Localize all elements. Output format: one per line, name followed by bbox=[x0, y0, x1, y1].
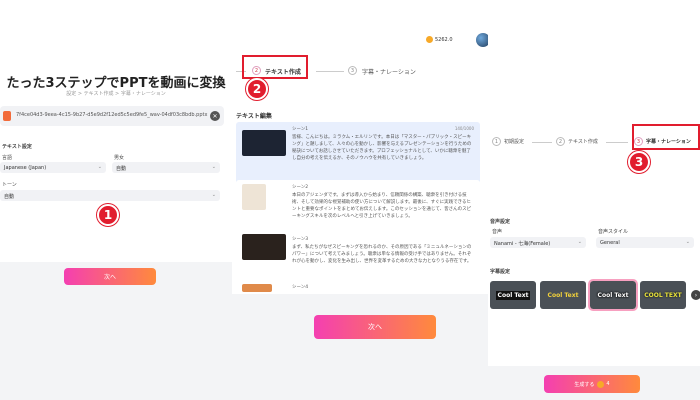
step-3-label: 字幕・ナレーション bbox=[362, 69, 416, 76]
voice-gender-label: 男女 bbox=[114, 155, 125, 161]
chevron-down-icon: ⌄ bbox=[685, 239, 690, 245]
remove-file-button[interactable]: ✕ bbox=[210, 111, 220, 121]
annotation-2: 2 bbox=[246, 78, 268, 100]
generate-button[interactable]: 生成する 4 bbox=[544, 375, 640, 393]
language-label: 言語 bbox=[2, 155, 13, 161]
subtitle-settings-label: 字幕設定 bbox=[490, 269, 511, 275]
highlight-box-step-2 bbox=[242, 55, 308, 79]
scene-text[interactable]: 皆様、こんにちは。ミラクム・エルリンです。本日は「マスター・パブリック・スピーキ… bbox=[292, 134, 474, 178]
step-connector bbox=[606, 142, 628, 143]
step-2-label: テキスト作成 bbox=[568, 139, 598, 145]
coin-icon bbox=[426, 36, 433, 43]
scene-title: シーン4 bbox=[292, 285, 309, 290]
chevron-down-icon: ⌄ bbox=[97, 164, 102, 170]
step-2-num: 2 bbox=[556, 137, 565, 146]
step-connector bbox=[316, 71, 344, 72]
scene-title: シーン1 bbox=[292, 127, 309, 132]
scene-char-count: 140/1000 bbox=[454, 126, 474, 131]
highlight-box-step-3 bbox=[632, 124, 700, 150]
slide-thumbnail bbox=[242, 130, 286, 156]
chip-label: Cool Text bbox=[597, 291, 629, 299]
scene-card[interactable]: シーン4 bbox=[236, 282, 480, 292]
chip-label: Cool Text bbox=[495, 290, 531, 300]
text-edit-title: テキスト編集 bbox=[236, 113, 272, 120]
step-1-label: 初期設定 bbox=[504, 139, 525, 145]
annotation-3: 3 bbox=[628, 151, 650, 173]
tone-select[interactable]: 自動 ⌄ bbox=[0, 190, 220, 201]
voice-select[interactable]: Nanami - 七海(Female) ⌄ bbox=[490, 237, 586, 248]
chevron-down-icon: ⌄ bbox=[211, 164, 216, 170]
tone-value: 自動 bbox=[4, 194, 15, 200]
scene-card[interactable]: シーン1 140/1000 皆様、こんにちは。ミラクム・エルリンです。本日は「マ… bbox=[236, 122, 480, 184]
subtitle-style-chip[interactable]: Cool Text bbox=[490, 281, 536, 309]
text-settings-label: テキスト設定 bbox=[2, 144, 32, 150]
setup-panel: たった3ステップでPPTを動画に変換 設定 > テキスト作成 > 字幕・ナレーシ… bbox=[0, 0, 232, 400]
step-connector bbox=[532, 142, 552, 143]
scene-title: シーン2 bbox=[292, 185, 309, 190]
uploaded-file-box: 7f4ce04d3-9eea-4c15-9b27-d5e9d2f12ed5c5e… bbox=[0, 106, 224, 126]
subtitle-style-chip-selected[interactable]: Cool Text bbox=[588, 279, 638, 311]
chevron-down-icon: ⌄ bbox=[211, 192, 216, 198]
next-button[interactable]: 次へ bbox=[314, 315, 436, 339]
scroll-right-button[interactable]: › bbox=[691, 290, 700, 300]
coin-balance: 5262.0 bbox=[426, 36, 453, 43]
voice-style-select[interactable]: General ⌄ bbox=[596, 237, 694, 248]
file-name: 7f4ce04d3-9eea-4c15-9b27-d5e9d2f12ed5c5e… bbox=[16, 112, 208, 118]
tone-label: トーン bbox=[2, 182, 17, 188]
subtitle-narration-panel: 1 初期設定 2 テキスト作成 3 字幕・ナレーション 3 音声設定 音声 Na… bbox=[488, 0, 700, 400]
chip-label: Cool Text bbox=[547, 291, 579, 299]
voice-style-value: General bbox=[600, 240, 620, 246]
voice-gender-select[interactable]: 自動 ⌄ bbox=[112, 162, 220, 173]
slide-thumbnail bbox=[242, 284, 272, 292]
subtitle-style-chip[interactable]: Cool Text bbox=[540, 281, 586, 309]
voice-gender-value: 自動 bbox=[116, 166, 127, 172]
panel2-footer bbox=[232, 294, 488, 400]
subtitle-style-chip[interactable]: COOL TEXT bbox=[640, 281, 686, 309]
language-value: Japanese (Japan) bbox=[4, 165, 47, 171]
annotation-1: 1 bbox=[97, 204, 119, 226]
user-avatar[interactable] bbox=[476, 33, 488, 47]
pptx-file-icon bbox=[3, 111, 11, 121]
voice-label: 音声 bbox=[492, 229, 503, 235]
slide-thumbnail bbox=[242, 184, 266, 210]
voice-settings-label: 音声設定 bbox=[490, 219, 511, 225]
panel1-steps-line: 設定 > テキスト作成 > 字幕・ナレーション bbox=[66, 91, 166, 97]
chip-label: COOL TEXT bbox=[644, 291, 682, 299]
voice-style-label: 音声スタイル bbox=[598, 229, 629, 235]
slide-thumbnail bbox=[242, 234, 286, 260]
panel1-title: たった3ステップでPPTを動画に変換 bbox=[6, 76, 226, 91]
next-button[interactable]: 次へ bbox=[64, 268, 156, 285]
coin-icon bbox=[597, 380, 605, 388]
language-select[interactable]: Japanese (Japan) ⌄ bbox=[0, 162, 106, 173]
chevron-down-icon: ⌄ bbox=[577, 239, 582, 245]
scene-text[interactable]: 本日のアジェンダです。まずは導入から始まり、信頼関係の構築、聴衆を引き付ける技術… bbox=[292, 192, 474, 236]
step-3-num: 3 bbox=[348, 66, 357, 75]
generate-label: 生成する bbox=[574, 381, 595, 388]
text-creation-panel: 5262.0 2 テキスト作成 3 字幕・ナレーション 2 テキスト編集 シーン… bbox=[232, 0, 488, 400]
scene-title: シーン3 bbox=[292, 237, 309, 242]
step-1-num: 1 bbox=[492, 137, 501, 146]
coin-balance-value: 5262.0 bbox=[435, 37, 453, 43]
voice-value: Nanami - 七海(Female) bbox=[494, 241, 551, 247]
generate-cost: 4 bbox=[606, 381, 610, 387]
